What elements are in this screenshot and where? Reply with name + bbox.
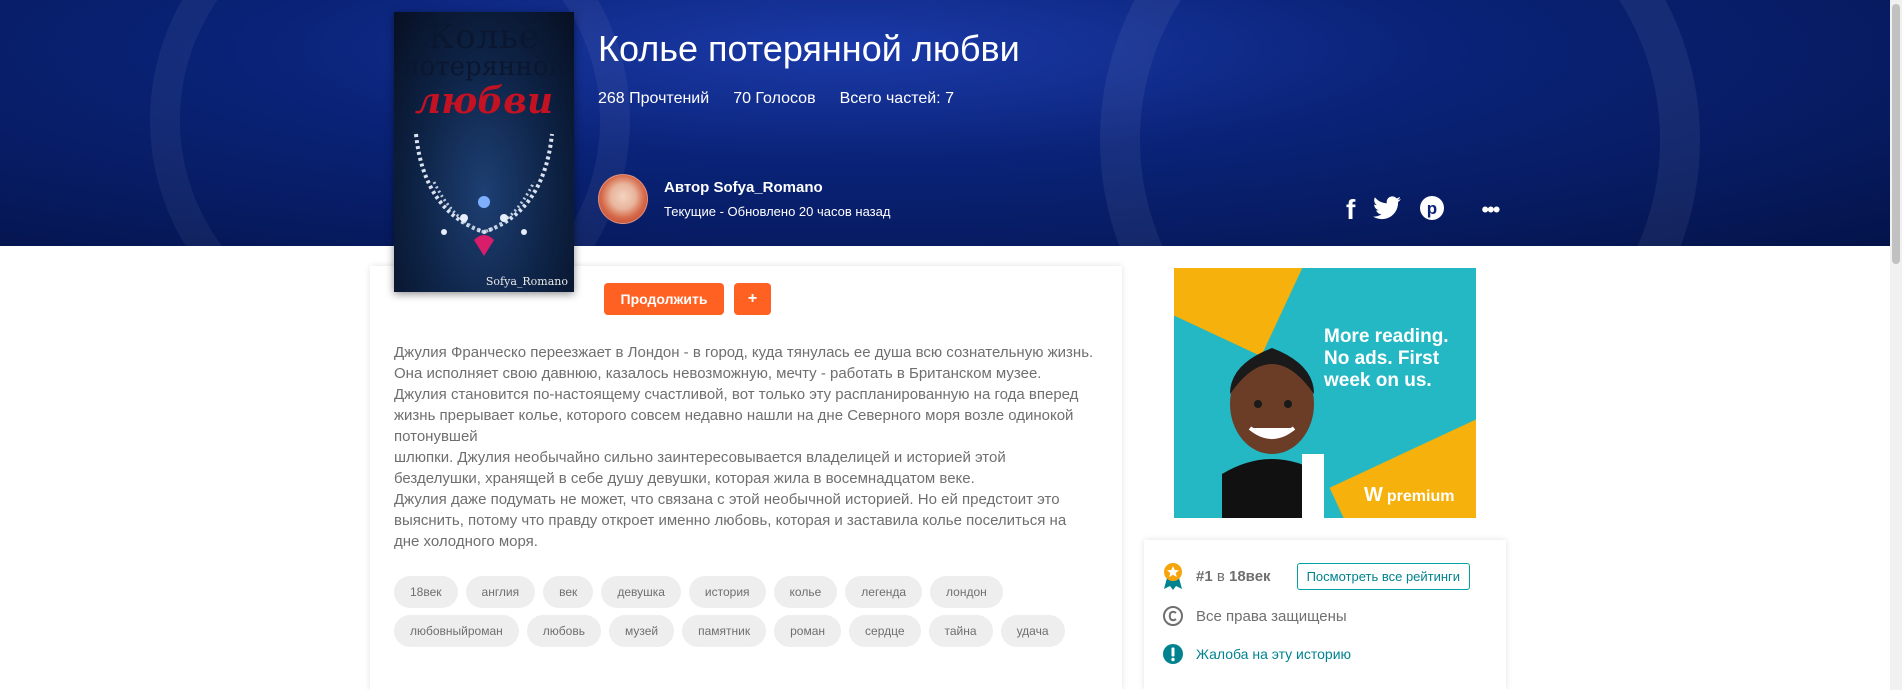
add-to-library-button[interactable]: + [734,283,771,315]
page-scrollbar[interactable] [1890,0,1902,690]
ad-logo-text: premium [1386,488,1455,505]
rank-in: в [1216,567,1225,585]
copyright-text: Все права защищены [1196,607,1347,625]
tag[interactable]: удача [1000,615,1065,647]
tag[interactable]: век [543,576,594,608]
tag[interactable]: история [688,576,766,608]
tag[interactable]: девушка [601,576,681,608]
copyright-row: Все права защищены [1162,605,1347,627]
see-all-rankings-button[interactable]: Посмотреть все рейтинги [1296,562,1471,590]
cover-title-line1: Колье [427,17,540,57]
ranking-row: #1 в 18век Посмотреть все рейтинги [1162,562,1471,590]
report-alert-icon [1163,644,1183,664]
cover-signature: Sofya_Romano [485,275,568,288]
cover-title-line3: любви [414,80,554,122]
tag[interactable]: памятник [682,615,767,647]
more-options-icon[interactable]: ••• [1481,197,1500,223]
necklace-illustration [414,133,554,256]
rank-number: #1 [1196,567,1213,585]
tag[interactable]: роман [774,615,842,647]
story-title: Колье потерянной любви [598,28,1020,69]
ranking-text: #1 в 18век [1196,568,1271,585]
ad-person-illustration [1222,348,1324,518]
tag[interactable]: тайна [928,615,993,647]
cover-title-line2: потерянной [402,52,566,82]
report-row: Жалоба на эту историю [1162,643,1351,665]
tag[interactable]: лондон [930,576,1003,608]
ad-headline: More reading. No ads. First week on us. [1324,326,1449,391]
pinterest-icon[interactable]: p [1419,195,1445,226]
votes-count: 70 Голосов [733,90,816,107]
twitter-icon[interactable] [1373,195,1402,225]
story-status: Текущие - Обновлено 20 часов назад [664,204,891,219]
ad-logo: Wpremium [1364,484,1455,506]
tag-list: 18век англия век девушка история колье л… [394,576,1094,647]
parts-count: Всего частей: 7 [839,90,954,107]
scrollbar-thumb[interactable] [1892,4,1900,264]
tag[interactable]: англия [465,576,536,608]
tag[interactable]: любовь [526,615,601,647]
tag[interactable]: любовныйроман [394,615,519,647]
rank-category: 18век [1229,567,1271,585]
premium-ad-banner[interactable]: More reading. No ads. First week on us. … [1174,268,1476,518]
author-avatar[interactable] [598,174,648,224]
facebook-icon[interactable]: f [1346,194,1355,226]
reads-count: 268 Прочтений [598,90,710,107]
tag[interactable]: колье [773,576,838,608]
tag[interactable]: сердце [849,615,921,647]
story-stats: 268 Прочтений 70 Голосов Всего частей: 7 [598,90,954,108]
copyright-icon [1163,606,1183,626]
tag[interactable]: музей [608,615,675,647]
story-cover[interactable]: Колье потерянной любви Sofya_Romano [394,12,574,292]
tag[interactable]: легенда [845,576,923,608]
svg-text:p: p [1427,199,1437,218]
author-link[interactable]: Автор Sofya_Romano [664,179,823,196]
continue-reading-button[interactable]: Продолжить [604,283,724,315]
share-bar: f p ••• [1346,194,1500,226]
report-story-link[interactable]: Жалоба на эту историю [1196,646,1351,662]
story-description: Джулия Франческо переезжает в Лондон - в… [394,344,1094,550]
ranking-medal-icon [1164,563,1182,590]
tag[interactable]: 18век [394,576,458,608]
